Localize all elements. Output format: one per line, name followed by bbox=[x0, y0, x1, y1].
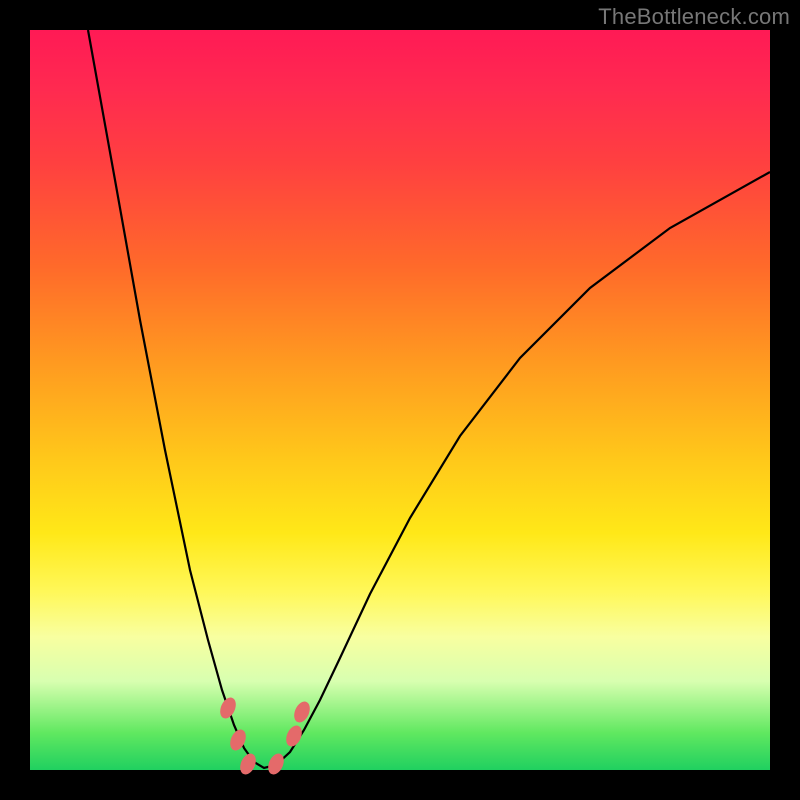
bottleneck-curve bbox=[30, 30, 770, 770]
marker-dip-right-upper bbox=[283, 723, 305, 749]
chart-plot-area bbox=[30, 30, 770, 770]
marker-dip-floor-right bbox=[265, 751, 287, 777]
marker-dip-left-upper bbox=[217, 695, 239, 721]
curve-markers bbox=[217, 695, 313, 777]
curve-path bbox=[88, 30, 770, 768]
watermark-text: TheBottleneck.com bbox=[598, 4, 790, 30]
